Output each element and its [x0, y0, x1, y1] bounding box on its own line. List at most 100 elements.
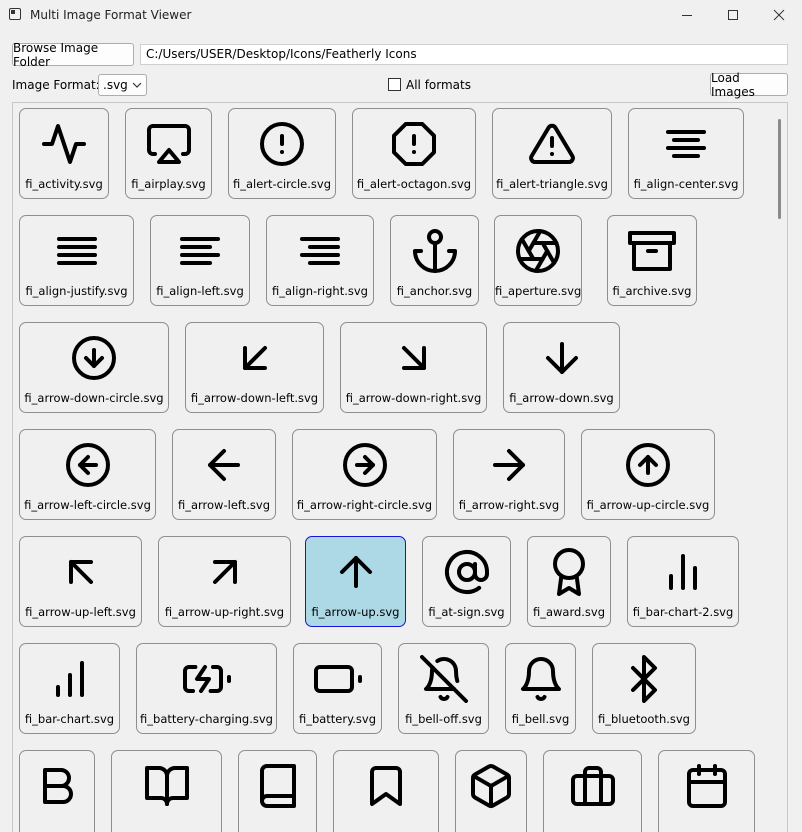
image-tile[interactable]: fi_arrow-up.svg [305, 536, 406, 627]
image-tile[interactable]: fi_arrow-right.svg [453, 429, 565, 520]
box-icon [467, 762, 515, 810]
image-tile[interactable]: fi_archive.svg [607, 215, 697, 306]
load-images-button[interactable]: Load Images [710, 71, 788, 99]
image-tile[interactable]: fi_arrow-up-circle.svg [581, 429, 715, 520]
image-filename: fi_align-left.svg [156, 284, 244, 298]
image-filename: fi_arrow-up-left.svg [25, 605, 136, 619]
image-tile[interactable]: fi_arrow-up-right.svg [158, 536, 291, 627]
minimize-button[interactable] [664, 0, 710, 30]
image-tile[interactable]: fi_battery.svg [293, 643, 382, 734]
image-gallery[interactable]: fi_activity.svg fi_airplay.svg fi_alert-ci… [12, 102, 788, 832]
image-tile[interactable] [455, 750, 527, 832]
vertical-scrollbar[interactable] [771, 103, 787, 832]
image-tile[interactable]: fi_aperture.svg [494, 215, 582, 306]
award-icon [545, 548, 593, 596]
arrow-down-icon [538, 334, 586, 382]
app-icon [9, 8, 21, 20]
image-tile[interactable]: fi_align-left.svg [150, 215, 250, 306]
image-filename: fi_aperture.svg [495, 284, 582, 298]
image-filename: fi_arrow-down.svg [509, 391, 614, 405]
arrow-left-circle-icon [64, 441, 112, 489]
image-tile[interactable]: fi_align-center.svg [628, 108, 744, 199]
image-tile[interactable]: fi_at-sign.svg [422, 536, 511, 627]
arrow-left-icon [200, 441, 248, 489]
close-button[interactable] [756, 0, 802, 30]
image-tile[interactable] [543, 750, 642, 832]
maximize-icon [728, 10, 738, 20]
align-justify-icon [53, 227, 101, 275]
image-format-label: Image Format: [12, 78, 100, 92]
maximize-button[interactable] [710, 0, 756, 30]
image-tile[interactable]: fi_align-right.svg [266, 215, 374, 306]
arrow-right-circle-icon [341, 441, 389, 489]
image-tile[interactable]: fi_award.svg [527, 536, 611, 627]
bell-off-icon [419, 655, 468, 703]
close-icon [773, 9, 785, 21]
image-filename: fi_alert-octagon.svg [356, 177, 472, 191]
calendar-icon [683, 762, 731, 810]
image-tile[interactable]: fi_align-justify.svg [19, 215, 134, 306]
image-filename: fi_battery.svg [298, 712, 377, 726]
minimize-icon [682, 15, 692, 16]
image-tile[interactable]: fi_arrow-down-right.svg [340, 322, 487, 413]
image-tile[interactable]: fi_arrow-down.svg [503, 322, 620, 413]
image-filename: fi_arrow-up.svg [311, 605, 400, 619]
image-tile[interactable]: fi_alert-octagon.svg [352, 108, 476, 199]
image-filename: fi_anchor.svg [396, 284, 473, 298]
image-filename: fi_align-center.svg [633, 177, 739, 191]
image-tile[interactable] [658, 750, 755, 832]
align-center-icon [662, 120, 710, 168]
arrow-up-circle-icon [624, 441, 672, 489]
image-tile[interactable]: fi_arrow-right-circle.svg [292, 429, 437, 520]
all-formats-checkbox[interactable] [388, 78, 401, 91]
image-tile[interactable]: fi_arrow-down-left.svg [185, 322, 324, 413]
image-filename: fi_at-sign.svg [428, 605, 505, 619]
image-tile[interactable]: fi_activity.svg [19, 108, 109, 199]
title-bar: Multi Image Format Viewer [0, 0, 802, 32]
arrow-down-right-icon [390, 334, 438, 382]
image-tile[interactable] [19, 750, 95, 832]
image-filename: fi_activity.svg [25, 177, 103, 191]
image-tile[interactable]: fi_bar-chart-2.svg [627, 536, 739, 627]
image-tile[interactable] [333, 750, 439, 832]
alert-octagon-icon [390, 120, 438, 168]
image-filename: fi_award.svg [532, 605, 606, 619]
bar-chart-2-icon [659, 548, 707, 596]
image-tile[interactable]: fi_bluetooth.svg [592, 643, 696, 734]
image-tile[interactable]: fi_arrow-up-left.svg [19, 536, 142, 627]
alert-circle-icon [258, 120, 306, 168]
image-tile[interactable]: fi_bell.svg [505, 643, 576, 734]
image-tile[interactable]: fi_arrow-left-circle.svg [19, 429, 156, 520]
image-filename: fi_airplay.svg [131, 177, 206, 191]
all-formats-label: All formats [406, 78, 471, 92]
image-filename: fi_alert-triangle.svg [496, 177, 608, 191]
image-filename: fi_bell-off.svg [405, 712, 482, 726]
image-tile[interactable]: fi_airplay.svg [125, 108, 212, 199]
image-tile[interactable]: fi_anchor.svg [390, 215, 479, 306]
image-format-select[interactable]: .svg [98, 74, 147, 96]
arrow-down-circle-icon [70, 334, 118, 382]
image-filename: fi_arrow-down-left.svg [190, 391, 319, 405]
book-icon [254, 762, 302, 810]
anchor-icon [411, 227, 459, 275]
folder-path-field[interactable]: C:/Users/USER/Desktop/Icons/Featherly Ic… [140, 44, 788, 65]
image-tile[interactable]: fi_alert-triangle.svg [492, 108, 612, 199]
image-filename: fi_align-right.svg [272, 284, 368, 298]
browse-folder-button[interactable]: Browse Image Folder [12, 41, 134, 69]
image-tile[interactable] [238, 750, 317, 832]
alert-triangle-icon [528, 120, 576, 168]
image-tile[interactable]: fi_arrow-left.svg [172, 429, 276, 520]
image-tile[interactable] [111, 750, 222, 832]
image-filename: fi_bar-chart-2.svg [632, 605, 734, 619]
image-filename: fi_arrow-left-circle.svg [24, 498, 151, 512]
arrow-right-icon [485, 441, 533, 489]
scrollbar-thumb[interactable] [778, 119, 781, 219]
image-filename: fi_arrow-up-right.svg [164, 605, 285, 619]
arrow-up-right-icon [201, 548, 249, 596]
bluetooth-icon [620, 655, 668, 703]
image-tile[interactable]: fi_arrow-down-circle.svg [19, 322, 169, 413]
image-tile[interactable]: fi_battery-charging.svg [136, 643, 277, 734]
image-tile[interactable]: fi_bell-off.svg [398, 643, 489, 734]
image-tile[interactable]: fi_bar-chart.svg [19, 643, 120, 734]
image-tile[interactable]: fi_alert-circle.svg [228, 108, 336, 199]
